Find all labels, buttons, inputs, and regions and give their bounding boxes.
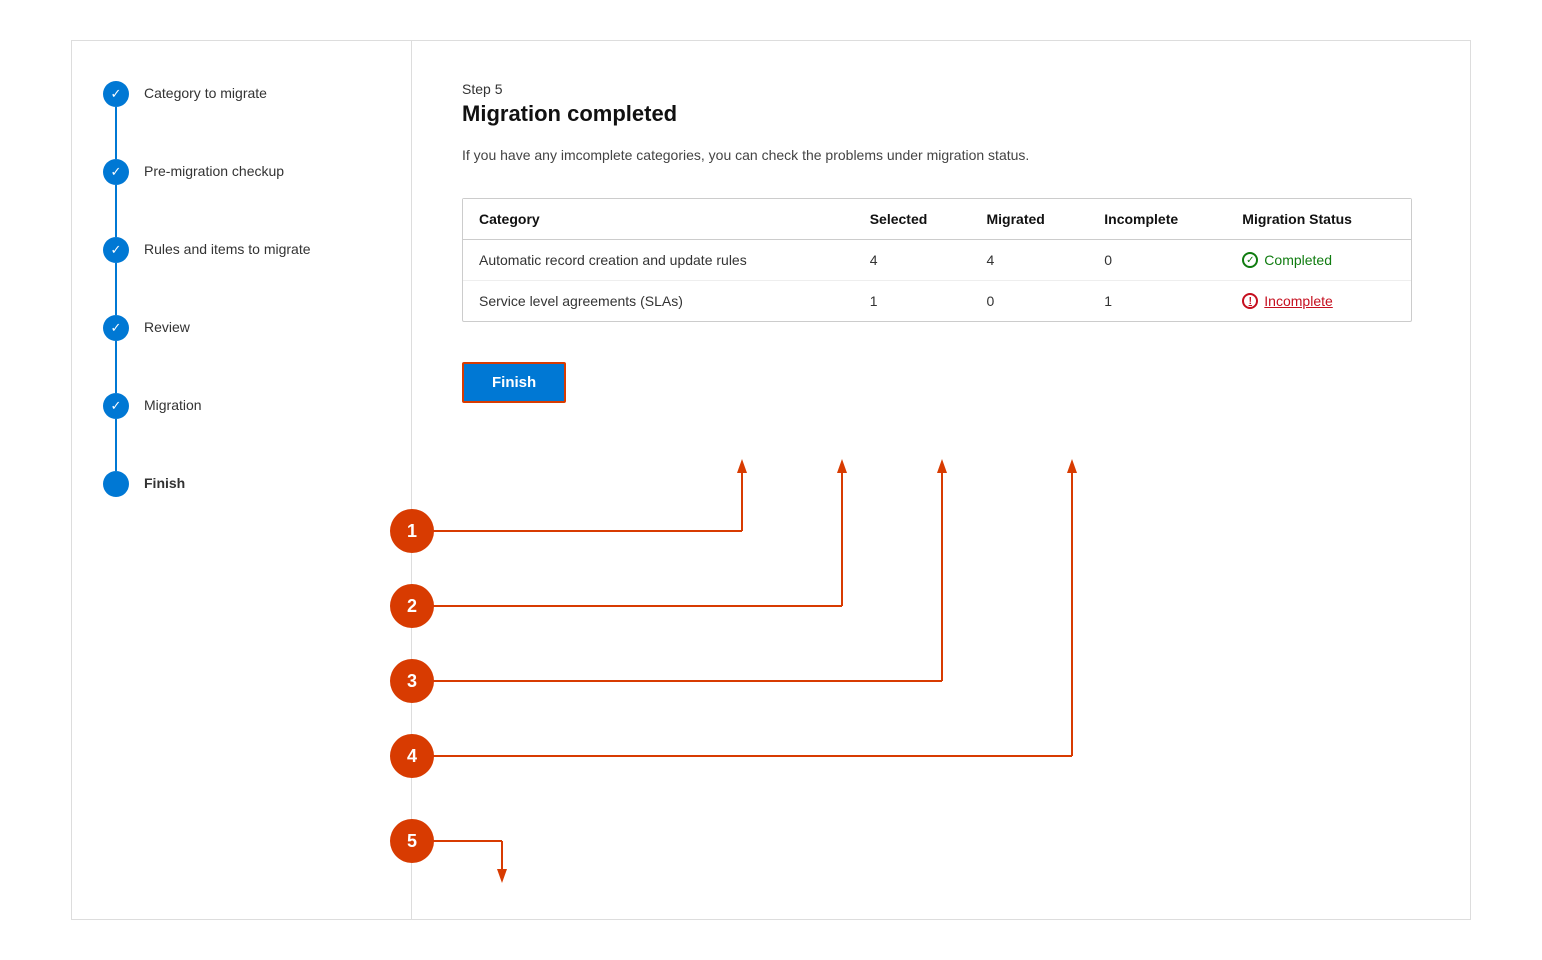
status-completed: ✓ Completed [1242, 252, 1395, 268]
row1-migration-status: ✓ Completed [1226, 240, 1411, 281]
completed-label: Completed [1264, 252, 1332, 268]
col-header-incomplete: Incomplete [1088, 199, 1226, 240]
step-5-label: Migration [144, 393, 202, 416]
col-header-category: Category [463, 199, 854, 240]
step-3: ✓ Rules and items to migrate [102, 237, 381, 315]
row2-migration-status: ! Incomplete [1226, 281, 1411, 322]
col-header-selected: Selected [854, 199, 971, 240]
step-6-icon [103, 471, 129, 497]
finish-button-row: Finish [462, 362, 1420, 403]
step-4-label: Review [144, 315, 190, 338]
step-1: ✓ Category to migrate [102, 81, 381, 159]
status-incomplete[interactable]: ! Incomplete [1242, 293, 1395, 309]
step-6-label: Finish [144, 471, 185, 494]
col-header-migrated: Migrated [970, 199, 1088, 240]
sidebar: ✓ Category to migrate ✓ Pre-migration ch… [72, 41, 412, 919]
callout-1: 1 [390, 509, 434, 553]
step-6: Finish [102, 471, 381, 497]
row2-selected: 1 [854, 281, 971, 322]
migration-table-wrapper: Category Selected Migrated Incomplete Mi… [462, 198, 1412, 322]
callout-5: 5 [390, 819, 434, 863]
row1-incomplete: 0 [1088, 240, 1226, 281]
col-header-migration-status: Migration Status [1226, 199, 1411, 240]
table-row: Service level agreements (SLAs) 1 0 1 ! … [463, 281, 1411, 322]
row1-category: Automatic record creation and update rul… [463, 240, 854, 281]
row1-selected: 4 [854, 240, 971, 281]
row2-incomplete: 1 [1088, 281, 1226, 322]
row2-category: Service level agreements (SLAs) [463, 281, 854, 322]
step-4: ✓ Review [102, 315, 381, 393]
incomplete-icon: ! [1242, 293, 1258, 309]
step-3-icon: ✓ [103, 237, 129, 263]
callout-2: 2 [390, 584, 434, 628]
step-description: If you have any imcomplete categories, y… [462, 145, 1162, 166]
table-row: Automatic record creation and update rul… [463, 240, 1411, 281]
main-content: Step 5 Migration completed If you have a… [412, 41, 1470, 919]
callout-4: 4 [390, 734, 434, 778]
step-1-icon: ✓ [103, 81, 129, 107]
step-4-icon: ✓ [103, 315, 129, 341]
step-2: ✓ Pre-migration checkup [102, 159, 381, 237]
step-5: ✓ Migration [102, 393, 381, 471]
step-5-icon: ✓ [103, 393, 129, 419]
callout-3: 3 [390, 659, 434, 703]
step-3-label: Rules and items to migrate [144, 237, 311, 260]
step-1-label: Category to migrate [144, 81, 267, 104]
arrows-svg [412, 41, 1470, 919]
step-2-icon: ✓ [103, 159, 129, 185]
step-title: Migration completed [462, 101, 1420, 127]
finish-button[interactable]: Finish [462, 362, 566, 403]
completed-icon: ✓ [1242, 252, 1258, 268]
step-subtitle: Step 5 [462, 81, 1420, 97]
step-2-label: Pre-migration checkup [144, 159, 284, 182]
incomplete-label[interactable]: Incomplete [1264, 293, 1332, 309]
row1-migrated: 4 [970, 240, 1088, 281]
migration-table: Category Selected Migrated Incomplete Mi… [463, 199, 1411, 321]
row2-migrated: 0 [970, 281, 1088, 322]
